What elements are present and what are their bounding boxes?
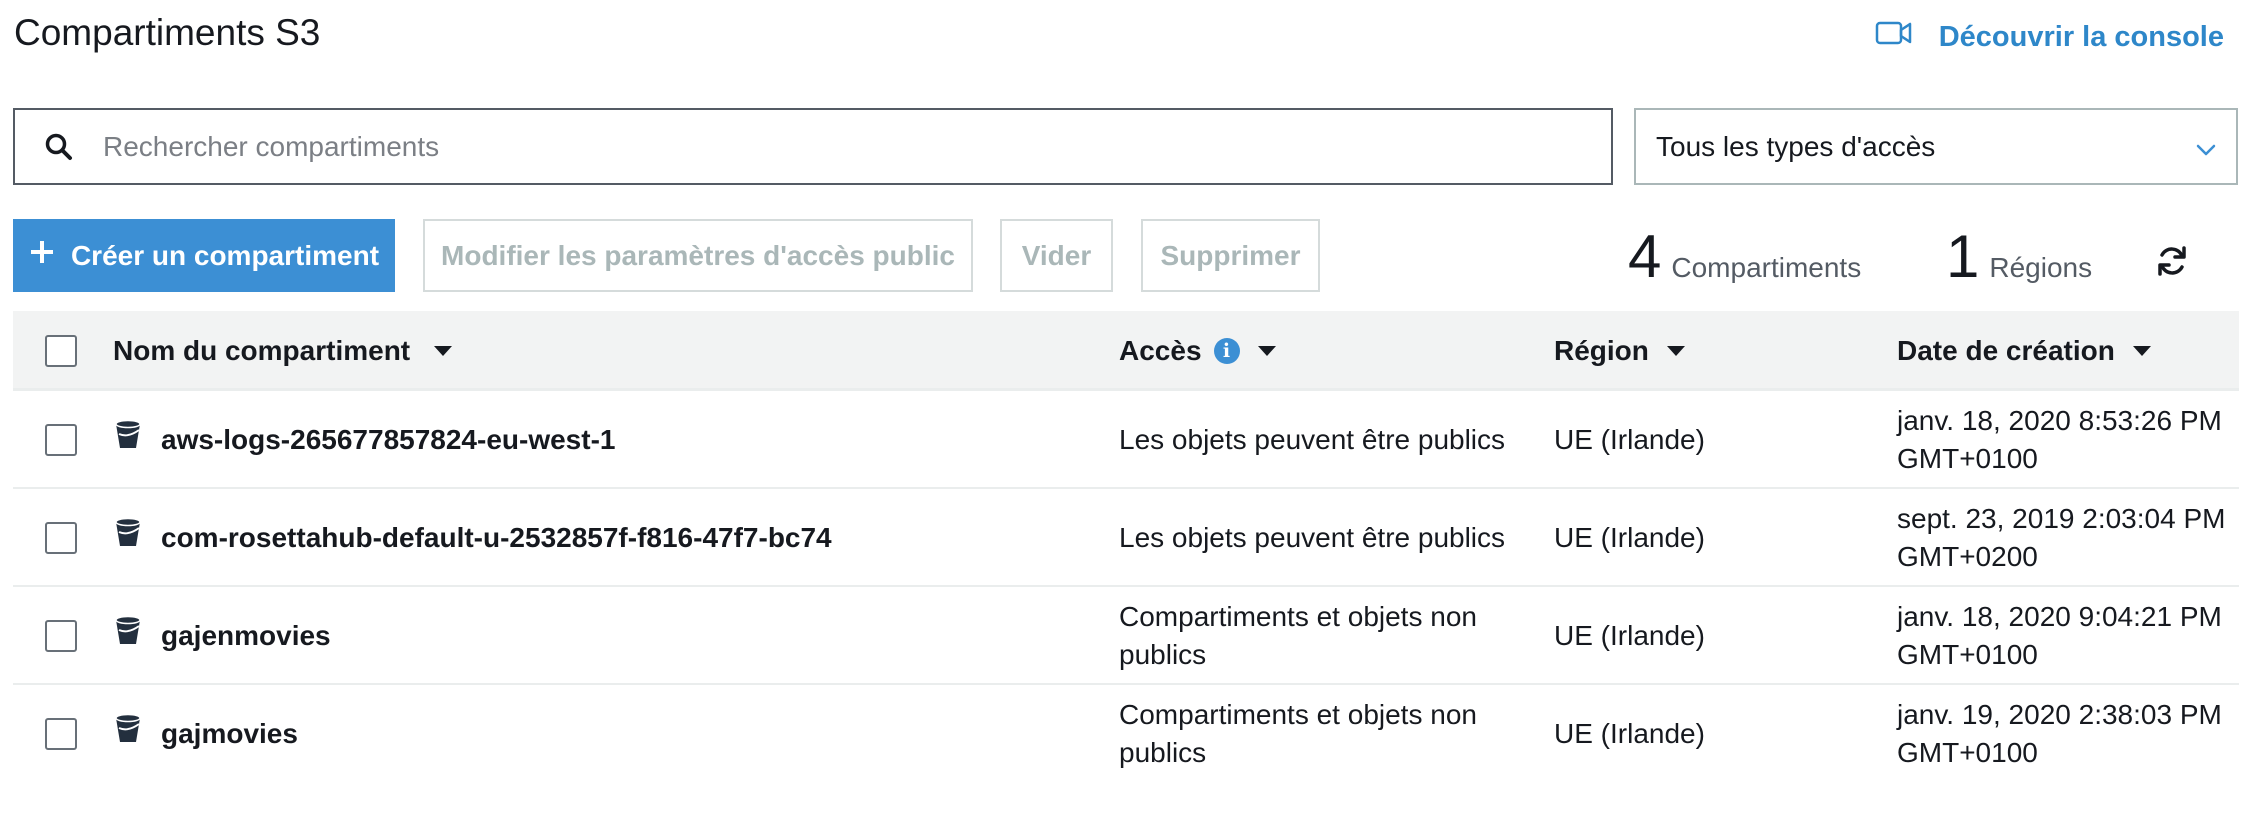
sort-caret-icon xyxy=(1666,346,1685,356)
row-select-cell xyxy=(45,685,77,783)
column-header-region-label: Région xyxy=(1554,335,1649,366)
select-all-cell xyxy=(45,311,77,391)
sort-caret-icon xyxy=(434,346,453,356)
bucket-name-link[interactable]: aws-logs-265677857824-eu-west-1 xyxy=(161,421,615,459)
bucket-name-link[interactable]: gajenmovies xyxy=(161,617,331,655)
column-header-name-label: Nom du compartiment xyxy=(113,335,411,366)
created-date-cell: sept. 23, 2019 2:03:04 PM GMT+0200 xyxy=(1897,503,2226,572)
discover-console-link[interactable]: Découvrir la console xyxy=(1875,18,2224,56)
access-type-selected: Tous les types d'accès xyxy=(1656,130,1936,162)
discover-console-label: Découvrir la console xyxy=(1938,20,2224,53)
bucket-name-cell: com-rosettahub-default-u-2532857f-f816-4… xyxy=(113,489,832,587)
column-header-access[interactable]: Accès i xyxy=(1119,311,1539,391)
chevron-down-icon xyxy=(2196,131,2216,163)
access-type-select[interactable]: Tous les types d'accès xyxy=(1634,108,2238,185)
bucket-name-cell: gajenmovies xyxy=(113,587,331,685)
bucket-icon xyxy=(113,517,143,559)
bucket-icon xyxy=(113,713,143,755)
modify-public-access-button[interactable]: Modifier les paramètres d'accès public xyxy=(423,219,973,292)
plus-icon xyxy=(29,239,55,272)
table-row[interactable]: com-rosettahub-default-u-2532857f-f816-4… xyxy=(13,489,2239,587)
table-row[interactable]: gajmovies Compartiments et objets non pu… xyxy=(13,685,2239,783)
search-field[interactable] xyxy=(13,108,1613,185)
region-cell: UE (Irlande) xyxy=(1554,522,1705,553)
refresh-icon[interactable] xyxy=(2155,244,2189,283)
info-icon[interactable]: i xyxy=(1213,338,1240,364)
delete-button[interactable]: Supprimer xyxy=(1141,219,1320,292)
access-cell: Les objets peuvent être publics xyxy=(1119,522,1506,553)
bucket-icon xyxy=(113,419,143,461)
access-cell: Compartiments et objets non publics xyxy=(1119,699,1477,768)
buckets-table: Nom du compartiment Accès i Région Date … xyxy=(13,311,2239,783)
regions-count: 1 xyxy=(1946,223,1980,290)
create-bucket-button[interactable]: Créer un compartiment xyxy=(13,219,395,292)
table-row[interactable]: aws-logs-265677857824-eu-west-1 Les obje… xyxy=(13,391,2239,489)
sort-caret-icon xyxy=(1257,346,1276,356)
table-header: Nom du compartiment Accès i Région Date … xyxy=(13,311,2239,391)
row-select-cell xyxy=(45,587,77,685)
column-header-created-label: Date de création xyxy=(1897,335,2115,366)
created-date-cell: janv. 19, 2020 2:38:03 PM GMT+0100 xyxy=(1897,699,2222,768)
table-row[interactable]: gajenmovies Compartiments et objets non … xyxy=(13,587,2239,685)
video-camera-icon xyxy=(1875,18,1913,56)
bucket-name-cell: aws-logs-265677857824-eu-west-1 xyxy=(113,391,615,489)
search-input[interactable] xyxy=(103,130,1553,163)
buckets-count-label: Compartiments xyxy=(1671,252,1862,283)
create-bucket-label: Créer un compartiment xyxy=(70,239,380,271)
column-header-name[interactable]: Nom du compartiment xyxy=(113,311,453,391)
regions-count-label: Régions xyxy=(1989,252,2093,283)
row-checkbox[interactable] xyxy=(45,718,77,750)
sort-caret-icon xyxy=(2132,346,2151,356)
column-header-region[interactable]: Région xyxy=(1554,311,1685,391)
row-select-cell xyxy=(45,391,77,489)
bucket-name-link[interactable]: gajmovies xyxy=(161,715,298,753)
select-all-checkbox[interactable] xyxy=(45,335,77,367)
buckets-count-stat: 4 Compartiments xyxy=(1628,222,1861,291)
access-cell: Compartiments et objets non publics xyxy=(1119,601,1477,670)
access-cell: Les objets peuvent être publics xyxy=(1119,424,1506,455)
buckets-count: 4 xyxy=(1628,223,1662,290)
search-icon xyxy=(15,132,103,162)
row-checkbox[interactable] xyxy=(45,522,77,554)
region-cell: UE (Irlande) xyxy=(1554,620,1705,651)
region-cell: UE (Irlande) xyxy=(1554,718,1705,749)
created-date-cell: janv. 18, 2020 8:53:26 PM GMT+0100 xyxy=(1897,405,2222,474)
row-checkbox[interactable] xyxy=(45,620,77,652)
created-date-cell: janv. 18, 2020 9:04:21 PM GMT+0100 xyxy=(1897,601,2222,670)
region-cell: UE (Irlande) xyxy=(1554,424,1705,455)
empty-button[interactable]: Vider xyxy=(1000,219,1113,292)
page-title: Compartiments S3 xyxy=(14,12,321,53)
bucket-name-link[interactable]: com-rosettahub-default-u-2532857f-f816-4… xyxy=(161,519,832,557)
column-header-created[interactable]: Date de création xyxy=(1897,311,2227,391)
bucket-name-cell: gajmovies xyxy=(113,685,298,783)
regions-count-stat: 1 Régions xyxy=(1946,222,2092,291)
bucket-icon xyxy=(113,615,143,657)
column-header-access-label: Accès xyxy=(1119,335,1202,366)
row-select-cell xyxy=(45,489,77,587)
row-checkbox[interactable] xyxy=(45,424,77,456)
